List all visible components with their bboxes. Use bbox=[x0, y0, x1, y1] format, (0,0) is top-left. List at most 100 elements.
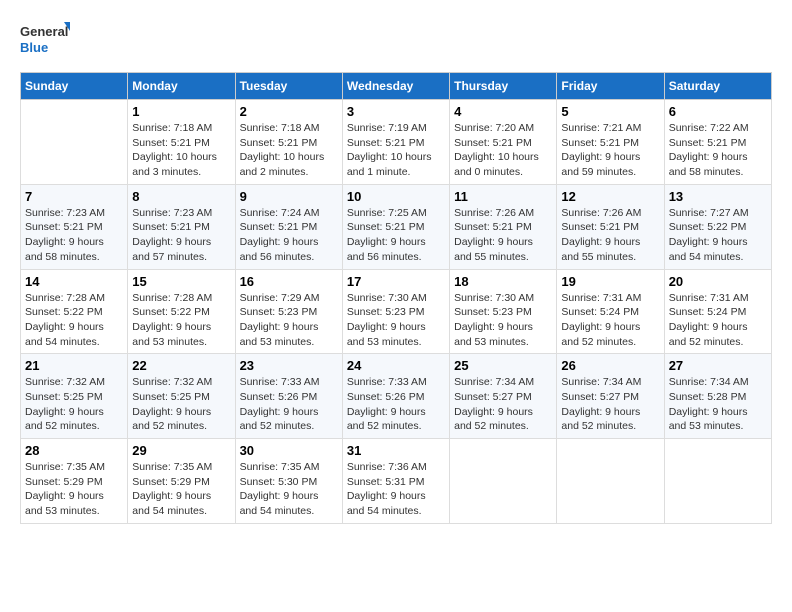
day-info: Sunrise: 7:34 AM Sunset: 5:27 PM Dayligh… bbox=[561, 375, 659, 434]
day-number: 22 bbox=[132, 358, 230, 373]
svg-text:Blue: Blue bbox=[20, 40, 48, 55]
day-info: Sunrise: 7:22 AM Sunset: 5:21 PM Dayligh… bbox=[669, 121, 767, 180]
day-info: Sunrise: 7:34 AM Sunset: 5:28 PM Dayligh… bbox=[669, 375, 767, 434]
day-number: 13 bbox=[669, 189, 767, 204]
logo: General Blue bbox=[20, 20, 70, 62]
day-info: Sunrise: 7:32 AM Sunset: 5:25 PM Dayligh… bbox=[25, 375, 123, 434]
day-number: 26 bbox=[561, 358, 659, 373]
day-number: 25 bbox=[454, 358, 552, 373]
day-header-friday: Friday bbox=[557, 73, 664, 100]
calendar-cell: 17 Sunrise: 7:30 AM Sunset: 5:23 PM Dayli… bbox=[342, 269, 449, 354]
calendar-cell: 1Sunrise: 7:18 AM Sunset: 5:21 PM Daylig… bbox=[128, 100, 235, 185]
logo-svg: General Blue bbox=[20, 20, 70, 62]
calendar-cell: 16 Sunrise: 7:29 AM Sunset: 5:23 PM Dayli… bbox=[235, 269, 342, 354]
day-info: Sunrise: 7:26 AM Sunset: 5:21 PM Dayligh… bbox=[454, 206, 552, 265]
day-number: 7 bbox=[25, 189, 123, 204]
day-info: Sunrise: 7:36 AM Sunset: 5:31 PM Dayligh… bbox=[347, 460, 445, 519]
calendar-cell: 22 Sunrise: 7:32 AM Sunset: 5:25 PM Dayli… bbox=[128, 354, 235, 439]
calendar-week-row: 21Sunrise: 7:32 AM Sunset: 5:25 PM Dayli… bbox=[21, 354, 772, 439]
day-info: Sunrise: 7:28 AM Sunset: 5:22 PM Dayligh… bbox=[132, 291, 230, 350]
day-number: 29 bbox=[132, 443, 230, 458]
day-number: 2 bbox=[240, 104, 338, 119]
day-info: Sunrise: 7:28 AM Sunset: 5:22 PM Dayligh… bbox=[25, 291, 123, 350]
calendar-cell: 27 Sunrise: 7:34 AM Sunset: 5:28 PM Dayli… bbox=[664, 354, 771, 439]
day-number: 17 bbox=[347, 274, 445, 289]
day-number: 4 bbox=[454, 104, 552, 119]
calendar-cell: 6 Sunrise: 7:22 AM Sunset: 5:21 PM Daylig… bbox=[664, 100, 771, 185]
day-info: Sunrise: 7:23 AM Sunset: 5:21 PM Dayligh… bbox=[25, 206, 123, 265]
calendar-cell: 23Sunrise: 7:33 AM Sunset: 5:26 PM Dayli… bbox=[235, 354, 342, 439]
svg-text:General: General bbox=[20, 24, 68, 39]
calendar-header-row: SundayMondayTuesdayWednesdayThursdayFrid… bbox=[21, 73, 772, 100]
day-number: 14 bbox=[25, 274, 123, 289]
header: General Blue bbox=[20, 20, 772, 62]
calendar-cell bbox=[664, 439, 771, 524]
day-header-tuesday: Tuesday bbox=[235, 73, 342, 100]
calendar-table: SundayMondayTuesdayWednesdayThursdayFrid… bbox=[20, 72, 772, 524]
day-info: Sunrise: 7:30 AM Sunset: 5:23 PM Dayligh… bbox=[454, 291, 552, 350]
day-info: Sunrise: 7:19 AM Sunset: 5:21 PM Dayligh… bbox=[347, 121, 445, 180]
day-number: 12 bbox=[561, 189, 659, 204]
day-number: 27 bbox=[669, 358, 767, 373]
day-info: Sunrise: 7:27 AM Sunset: 5:22 PM Dayligh… bbox=[669, 206, 767, 265]
day-info: Sunrise: 7:21 AM Sunset: 5:21 PM Dayligh… bbox=[561, 121, 659, 180]
day-info: Sunrise: 7:33 AM Sunset: 5:26 PM Dayligh… bbox=[347, 375, 445, 434]
calendar-cell: 20 Sunrise: 7:31 AM Sunset: 5:24 PM Dayli… bbox=[664, 269, 771, 354]
calendar-week-row: 14 Sunrise: 7:28 AM Sunset: 5:22 PM Dayli… bbox=[21, 269, 772, 354]
day-number: 30 bbox=[240, 443, 338, 458]
calendar-week-row: 28 Sunrise: 7:35 AM Sunset: 5:29 PM Dayli… bbox=[21, 439, 772, 524]
day-info: Sunrise: 7:31 AM Sunset: 5:24 PM Dayligh… bbox=[561, 291, 659, 350]
day-info: Sunrise: 7:35 AM Sunset: 5:29 PM Dayligh… bbox=[25, 460, 123, 519]
day-number: 16 bbox=[240, 274, 338, 289]
day-info: Sunrise: 7:33 AM Sunset: 5:26 PM Dayligh… bbox=[240, 375, 338, 434]
day-number: 5 bbox=[561, 104, 659, 119]
calendar-cell: 25 Sunrise: 7:34 AM Sunset: 5:27 PM Dayli… bbox=[450, 354, 557, 439]
day-number: 10 bbox=[347, 189, 445, 204]
day-number: 15 bbox=[132, 274, 230, 289]
calendar-cell bbox=[450, 439, 557, 524]
day-number: 19 bbox=[561, 274, 659, 289]
day-number: 3 bbox=[347, 104, 445, 119]
calendar-cell: 19 Sunrise: 7:31 AM Sunset: 5:24 PM Dayli… bbox=[557, 269, 664, 354]
calendar-cell: 31Sunrise: 7:36 AM Sunset: 5:31 PM Dayli… bbox=[342, 439, 449, 524]
calendar-cell bbox=[557, 439, 664, 524]
calendar-week-row: 1 Sunrise: 7:18 AM Sunset: 5:21 PM Daylig… bbox=[21, 100, 772, 185]
calendar-cell: 4 Sunrise: 7:20 AM Sunset: 5:21 PM Daylig… bbox=[450, 100, 557, 185]
day-info: Sunrise: 7:30 AM Sunset: 5:23 PM Dayligh… bbox=[347, 291, 445, 350]
calendar-cell: 9 Sunrise: 7:24 AM Sunset: 5:21 PM Daylig… bbox=[235, 184, 342, 269]
day-number: 1 bbox=[132, 104, 230, 119]
day-info: Sunrise: 7:29 AM Sunset: 5:23 PM Dayligh… bbox=[240, 291, 338, 350]
day-header-wednesday: Wednesday bbox=[342, 73, 449, 100]
day-number: 20 bbox=[669, 274, 767, 289]
day-info: Sunrise: 7:32 AM Sunset: 5:25 PM Dayligh… bbox=[132, 375, 230, 434]
calendar-cell: 21Sunrise: 7:32 AM Sunset: 5:25 PM Dayli… bbox=[21, 354, 128, 439]
day-number: 9 bbox=[240, 189, 338, 204]
calendar-cell: 30Sunrise: 7:35 AM Sunset: 5:30 PM Dayli… bbox=[235, 439, 342, 524]
calendar-cell: 2 Sunrise: 7:18 AM Sunset: 5:21 PM Daylig… bbox=[235, 100, 342, 185]
day-info: Sunrise: 7:34 AM Sunset: 5:27 PM Dayligh… bbox=[454, 375, 552, 434]
day-number: 18 bbox=[454, 274, 552, 289]
day-info: Sunrise: 7:20 AM Sunset: 5:21 PM Dayligh… bbox=[454, 121, 552, 180]
day-header-sunday: Sunday bbox=[21, 73, 128, 100]
calendar-cell: 3 Sunrise: 7:19 AM Sunset: 5:21 PM Daylig… bbox=[342, 100, 449, 185]
day-info: Sunrise: 7:31 AM Sunset: 5:24 PM Dayligh… bbox=[669, 291, 767, 350]
day-header-saturday: Saturday bbox=[664, 73, 771, 100]
calendar-cell: 5 Sunrise: 7:21 AM Sunset: 5:21 PM Daylig… bbox=[557, 100, 664, 185]
day-info: Sunrise: 7:25 AM Sunset: 5:21 PM Dayligh… bbox=[347, 206, 445, 265]
day-number: 28 bbox=[25, 443, 123, 458]
day-info: Sunrise: 7:26 AM Sunset: 5:21 PM Dayligh… bbox=[561, 206, 659, 265]
calendar-week-row: 7 Sunrise: 7:23 AM Sunset: 5:21 PM Daylig… bbox=[21, 184, 772, 269]
day-info: Sunrise: 7:35 AM Sunset: 5:29 PM Dayligh… bbox=[132, 460, 230, 519]
day-number: 6 bbox=[669, 104, 767, 119]
calendar-cell: 8Sunrise: 7:23 AM Sunset: 5:21 PM Daylig… bbox=[128, 184, 235, 269]
day-number: 8 bbox=[132, 189, 230, 204]
day-header-monday: Monday bbox=[128, 73, 235, 100]
calendar-cell: 12 Sunrise: 7:26 AM Sunset: 5:21 PM Dayli… bbox=[557, 184, 664, 269]
calendar-cell: 26 Sunrise: 7:34 AM Sunset: 5:27 PM Dayli… bbox=[557, 354, 664, 439]
calendar-cell: 10 Sunrise: 7:25 AM Sunset: 5:21 PM Dayli… bbox=[342, 184, 449, 269]
calendar-cell: 14 Sunrise: 7:28 AM Sunset: 5:22 PM Dayli… bbox=[21, 269, 128, 354]
calendar-cell: 15 Sunrise: 7:28 AM Sunset: 5:22 PM Dayli… bbox=[128, 269, 235, 354]
calendar-cell: 29 Sunrise: 7:35 AM Sunset: 5:29 PM Dayli… bbox=[128, 439, 235, 524]
day-info: Sunrise: 7:18 AM Sunset: 5:21 PM Dayligh… bbox=[240, 121, 338, 180]
day-info: Sunrise: 7:24 AM Sunset: 5:21 PM Dayligh… bbox=[240, 206, 338, 265]
